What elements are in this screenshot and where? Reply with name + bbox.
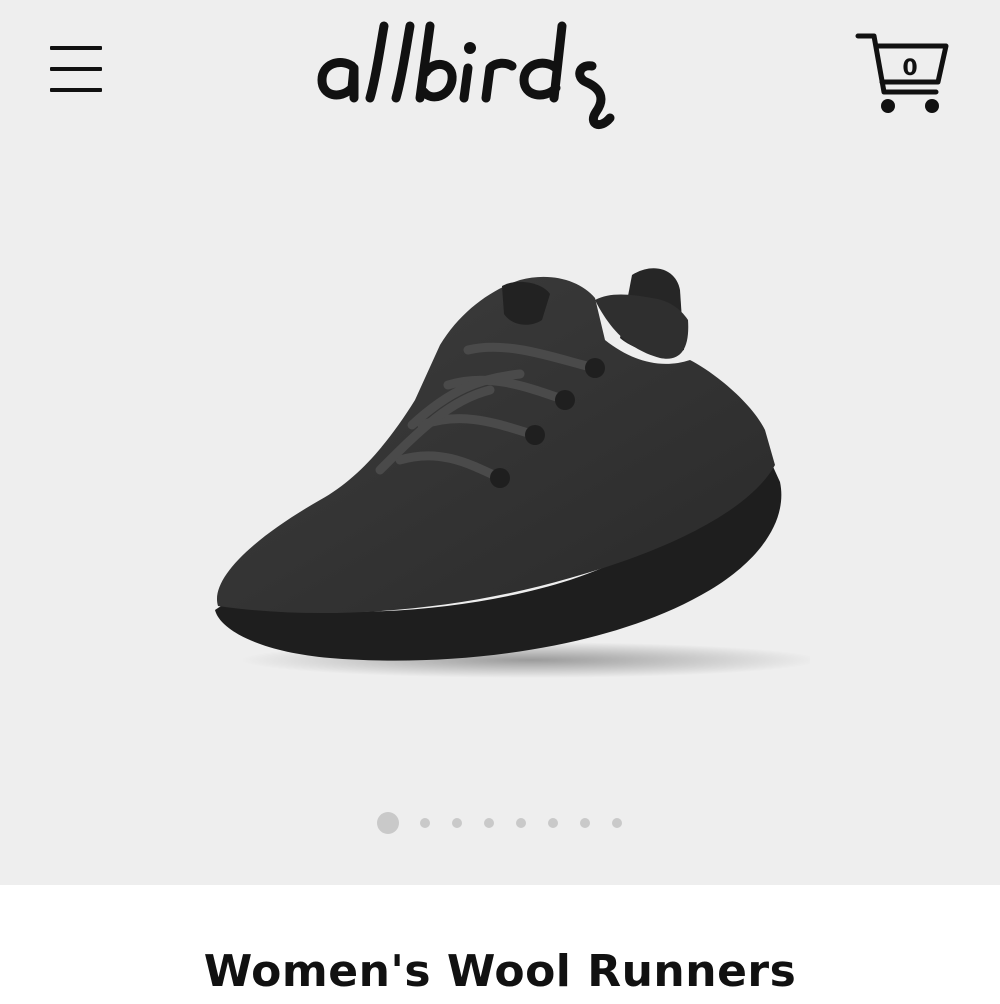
carousel-dot[interactable] — [420, 818, 430, 828]
product-image[interactable] — [190, 250, 810, 690]
carousel-dot[interactable] — [612, 818, 622, 828]
image-carousel-dots — [0, 808, 1000, 838]
hamburger-menu-icon — [50, 46, 102, 50]
site-header: allbirds 0 — [0, 0, 1000, 140]
brand-logo[interactable]: allbirds — [310, 8, 670, 132]
menu-button[interactable] — [44, 38, 110, 100]
carousel-dot[interactable] — [580, 818, 590, 828]
carousel-dot[interactable] — [516, 818, 526, 828]
carousel-dot-active[interactable] — [377, 812, 399, 834]
product-title: Women's Wool Runners — [203, 946, 797, 997]
hamburger-menu-icon-bar — [50, 67, 102, 71]
product-hero: allbirds 0 — [0, 0, 1000, 885]
hamburger-menu-icon-bar — [50, 88, 102, 92]
carousel-dot[interactable] — [484, 818, 494, 828]
cart-count-badge: 0 — [902, 56, 918, 81]
carousel-dot[interactable] — [452, 818, 462, 828]
carousel-dot[interactable] — [548, 818, 558, 828]
